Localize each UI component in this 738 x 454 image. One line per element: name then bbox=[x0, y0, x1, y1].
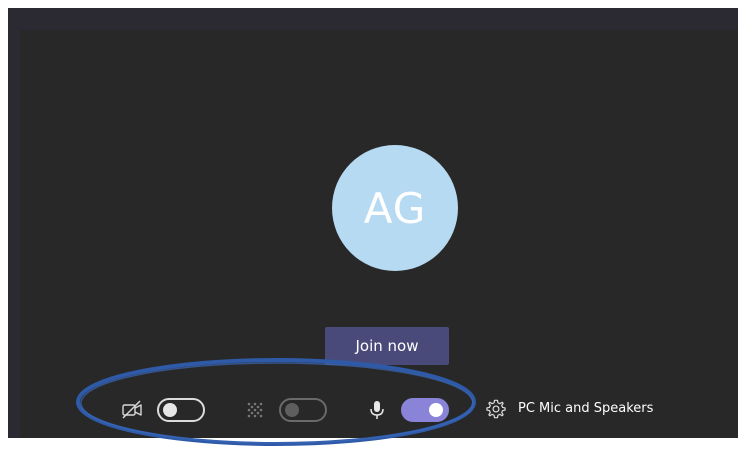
screenshot-root: AG Join now PC Mic and Speakers bbox=[0, 0, 738, 454]
avatar: AG bbox=[332, 145, 458, 271]
background-blur-toggle[interactable] bbox=[279, 398, 327, 422]
gear-icon[interactable] bbox=[485, 398, 507, 420]
avatar-initials: AG bbox=[363, 183, 427, 233]
device-controls-bar: PC Mic and Speakers bbox=[20, 390, 738, 430]
background-blur-toggle-knob bbox=[285, 403, 299, 417]
app-window: AG Join now PC Mic and Speakers bbox=[8, 8, 738, 438]
microphone-toggle-knob bbox=[429, 403, 443, 417]
video-preview: AG Join now PC Mic and Speakers bbox=[20, 30, 738, 438]
device-settings-label[interactable]: PC Mic and Speakers bbox=[518, 401, 653, 416]
join-now-button[interactable]: Join now bbox=[325, 327, 449, 365]
microphone-icon bbox=[367, 398, 387, 422]
blur-background-icon bbox=[244, 399, 266, 421]
camera-toggle-knob bbox=[163, 403, 177, 417]
camera-off-icon bbox=[120, 398, 144, 422]
microphone-toggle[interactable] bbox=[401, 398, 449, 422]
camera-toggle[interactable] bbox=[157, 398, 205, 422]
